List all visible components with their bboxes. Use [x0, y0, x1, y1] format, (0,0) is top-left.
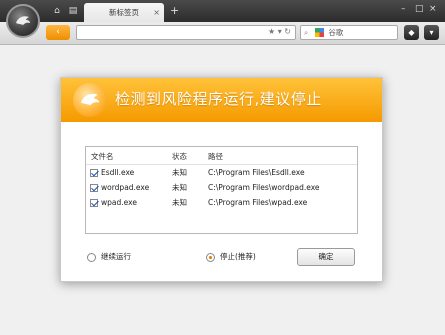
table-row: Esdll.exe 未知 C:\Program Files\Esdll.exe [86, 166, 357, 180]
google-icon[interactable] [315, 28, 324, 37]
address-bar[interactable]: ★ ▾ ↻ [76, 25, 296, 40]
tab-new[interactable]: 新标签页 × [84, 3, 164, 22]
stop-label: 停止(推荐) [220, 252, 256, 261]
header-divider [86, 164, 357, 165]
home-icon[interactable]: ⌂ [50, 5, 64, 17]
cheetah-icon [80, 93, 100, 106]
row-checkbox[interactable] [90, 199, 98, 207]
dialog-logo [73, 83, 107, 117]
address-bar-icons: ★ ▾ ↻ [268, 27, 291, 36]
file-name: Esdll.exe [101, 168, 135, 177]
maximize-icon[interactable]: □ [415, 3, 424, 15]
search-box[interactable]: ⌕ 谷歌 [300, 25, 398, 40]
column-header-filename: 文件名 [91, 152, 114, 161]
arrow-left-icon: ‹ [56, 27, 60, 37]
stop-option[interactable]: 停止(推荐) [206, 251, 256, 263]
table-row: wpad.exe 未知 C:\Program Files\wpad.exe [86, 196, 357, 210]
tabs-list-icon[interactable]: ▤ [66, 5, 80, 17]
continue-option[interactable]: 继续运行 [87, 251, 131, 263]
navigation-bar: ‹ ★ ▾ ↻ ⌕ 谷歌 ◆ ▾ [0, 22, 445, 45]
search-placeholder: 谷歌 [328, 28, 344, 37]
search-icon: ⌕ [304, 28, 309, 37]
file-status: 未知 [172, 183, 187, 192]
row-checkbox[interactable] [90, 184, 98, 192]
column-header-path: 路径 [208, 152, 223, 161]
file-status: 未知 [172, 198, 187, 207]
dropdown-icon[interactable]: ▾ [278, 27, 282, 36]
table-row: wordpad.exe 未知 C:\Program Files\wordpad.… [86, 181, 357, 195]
back-button[interactable]: ‹ [46, 25, 70, 40]
refresh-icon[interactable]: ↻ [284, 27, 291, 36]
column-header-status: 状态 [172, 152, 187, 161]
minimize-icon[interactable]: – [401, 3, 406, 15]
tab-title: 新标签页 [109, 8, 139, 17]
continue-radio[interactable] [87, 252, 96, 262]
tab-bar: ⌂ ▤ 新标签页 × + – □ × [0, 0, 445, 22]
file-status: 未知 [172, 168, 187, 177]
continue-label: 继续运行 [101, 252, 131, 261]
close-icon[interactable]: × [429, 3, 437, 15]
shield-icon[interactable]: ◆ [404, 25, 419, 40]
list-header: 文件名 状态 路径 [86, 150, 357, 164]
file-name: wordpad.exe [101, 183, 150, 192]
browser-window: ⌂ ▤ 新标签页 × + – □ × ‹ ★ ▾ ↻ ⌕ 谷歌 ◆ ▾ 检测到风… [0, 0, 445, 335]
browser-logo[interactable] [6, 4, 40, 38]
ok-button[interactable]: 确定 [297, 248, 355, 266]
file-name: wpad.exe [101, 198, 137, 207]
file-path: C:\Program Files\Esdll.exe [208, 168, 305, 177]
dialog-header: 检测到风险程序运行,建议停止 [61, 78, 382, 122]
row-checkbox[interactable] [90, 169, 98, 177]
star-icon[interactable]: ★ [268, 27, 275, 36]
risk-alert-dialog: 检测到风险程序运行,建议停止 文件名 状态 路径 Esdll.exe 未知 C:… [60, 77, 383, 282]
process-list: 文件名 状态 路径 Esdll.exe 未知 C:\Program Files\… [85, 146, 358, 234]
dialog-title: 检测到风险程序运行,建议停止 [115, 90, 322, 108]
stop-radio[interactable] [206, 252, 215, 262]
file-path: C:\Program Files\wpad.exe [208, 198, 308, 207]
cheetah-icon [16, 16, 30, 25]
file-path: C:\Program Files\wordpad.exe [208, 183, 320, 192]
download-icon[interactable]: ▾ [424, 25, 439, 40]
tab-close-icon[interactable]: × [153, 3, 160, 22]
new-tab-button[interactable]: + [170, 4, 179, 18]
